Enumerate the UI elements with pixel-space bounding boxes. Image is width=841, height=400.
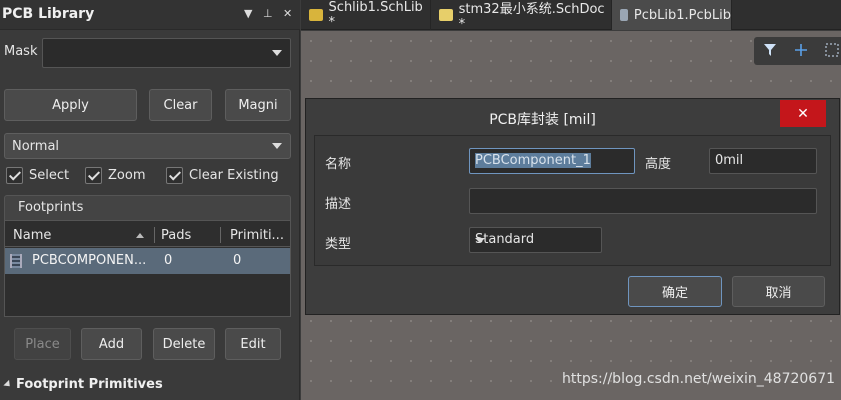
height-field[interactable]: 0mil bbox=[709, 148, 817, 174]
pcblib-file-icon bbox=[620, 9, 628, 21]
chevron-down-icon bbox=[272, 143, 282, 149]
filter-icon[interactable] bbox=[763, 43, 777, 57]
active-toolbar bbox=[754, 37, 841, 65]
pcb-library-panel: PCB Library ▼ ⊥ ✕ Mask Apply Clear Magni… bbox=[0, 0, 300, 400]
dialog-title-bar: PCB库封装 [mil] ✕ bbox=[306, 99, 839, 135]
dialog-body: 名称 PCBComponent_1 高度 0mil 描述 类型 Standard bbox=[314, 135, 831, 266]
cancel-button[interactable]: 取消 bbox=[732, 276, 825, 307]
table-header: Name Pads Primiti... bbox=[5, 223, 290, 247]
close-icon[interactable]: ✕ bbox=[283, 7, 292, 20]
description-label: 描述 bbox=[325, 197, 352, 212]
height-label: 高度 bbox=[645, 157, 672, 172]
column-primitives[interactable]: Primiti... bbox=[230, 228, 284, 243]
tab-label: stm32最小系统.SchDoc * bbox=[458, 2, 605, 32]
clear-existing-checkbox-label: Clear Existing bbox=[189, 167, 279, 183]
footprint-primitives-header[interactable]: Footprint Primitives bbox=[3, 377, 163, 392]
name-label: 名称 bbox=[325, 157, 352, 172]
watermark: https://blog.csdn.net/weixin_48720671 bbox=[562, 371, 836, 387]
mode-value: Normal bbox=[12, 139, 60, 154]
type-select[interactable]: Standard bbox=[469, 227, 602, 253]
document-tabs: Schlib1.SchLib * stm32最小系统.SchDoc * PcbL… bbox=[301, 0, 841, 32]
edit-button[interactable]: Edit bbox=[225, 328, 281, 360]
mask-label: Mask bbox=[4, 44, 38, 59]
zoom-checkbox[interactable]: Zoom bbox=[85, 165, 145, 185]
place-button[interactable]: Place bbox=[14, 328, 71, 360]
chevron-down-icon bbox=[475, 238, 485, 243]
checkbox-check-icon[interactable] bbox=[6, 166, 23, 184]
description-field[interactable] bbox=[469, 188, 817, 214]
sort-asc-icon[interactable] bbox=[136, 233, 144, 238]
checkbox-check-icon[interactable] bbox=[166, 166, 183, 184]
checkbox-check-icon[interactable] bbox=[85, 166, 102, 184]
magnify-button[interactable]: Magni bbox=[225, 89, 291, 121]
table-row[interactable]: PCBCOMPONEN... 0 0 bbox=[5, 248, 290, 274]
tab-schlib[interactable]: Schlib1.SchLib * bbox=[301, 0, 431, 30]
footprint-primitives-title: Footprint Primitives bbox=[16, 377, 163, 392]
dialog-title: PCB库封装 [mil] bbox=[489, 112, 596, 128]
clear-button[interactable]: Clear bbox=[149, 89, 212, 121]
row-primitives: 0 bbox=[233, 253, 242, 268]
mask-input[interactable] bbox=[42, 38, 291, 68]
pcb-footprint-dialog: PCB库封装 [mil] ✕ 名称 PCBComponent_1 高度 0mil… bbox=[305, 98, 840, 315]
tab-label: PcbLib1.PcbLib bbox=[633, 7, 731, 23]
mode-select[interactable]: Normal bbox=[4, 133, 291, 159]
clear-existing-checkbox[interactable]: Clear Existing bbox=[166, 165, 279, 185]
ok-button[interactable]: 确定 bbox=[628, 276, 722, 307]
panel-menu-icon[interactable]: ▼ bbox=[244, 7, 252, 20]
column-name[interactable]: Name bbox=[13, 228, 51, 243]
row-pads: 0 bbox=[164, 253, 173, 268]
tab-label: Schlib1.SchLib * bbox=[328, 0, 423, 30]
panel-title-bar: PCB Library ▼ ⊥ ✕ bbox=[0, 0, 300, 30]
panel-title: PCB Library bbox=[2, 6, 95, 22]
select-checkbox[interactable]: Select bbox=[6, 165, 69, 185]
schdoc-file-icon bbox=[439, 9, 453, 21]
schlib-file-icon bbox=[309, 9, 323, 21]
tab-pcblib[interactable]: PcbLib1.PcbLib bbox=[612, 0, 732, 30]
footprint-icon bbox=[10, 254, 22, 268]
type-label: 类型 bbox=[325, 237, 352, 252]
tab-schdoc[interactable]: stm32最小系统.SchDoc * bbox=[431, 0, 612, 32]
delete-button[interactable]: Delete bbox=[153, 328, 215, 360]
height-value: 0mil bbox=[715, 153, 744, 168]
footprints-header: Footprints bbox=[4, 195, 291, 221]
name-value: PCBComponent_1 bbox=[475, 153, 591, 168]
footprints-title: Footprints bbox=[18, 200, 84, 215]
plus-icon[interactable] bbox=[794, 43, 808, 57]
apply-button[interactable]: Apply bbox=[4, 89, 137, 121]
add-button[interactable]: Add bbox=[81, 328, 142, 360]
select-checkbox-label: Select bbox=[29, 167, 70, 183]
close-button[interactable]: ✕ bbox=[780, 100, 826, 127]
row-name: PCBCOMPONEN... bbox=[32, 253, 147, 268]
pin-icon[interactable]: ⊥ bbox=[263, 7, 273, 20]
chevron-down-icon[interactable] bbox=[272, 50, 282, 56]
name-field[interactable]: PCBComponent_1 bbox=[469, 148, 635, 174]
select-rect-icon[interactable] bbox=[825, 43, 839, 57]
footprints-table: Name Pads Primiti... PCBCOMPONEN... 0 0 bbox=[4, 221, 291, 317]
zoom-checkbox-label: Zoom bbox=[108, 167, 146, 183]
column-divider[interactable] bbox=[154, 227, 155, 243]
column-divider[interactable] bbox=[220, 227, 221, 243]
collapse-triangle-icon[interactable] bbox=[3, 379, 13, 390]
column-pads[interactable]: Pads bbox=[161, 228, 191, 243]
